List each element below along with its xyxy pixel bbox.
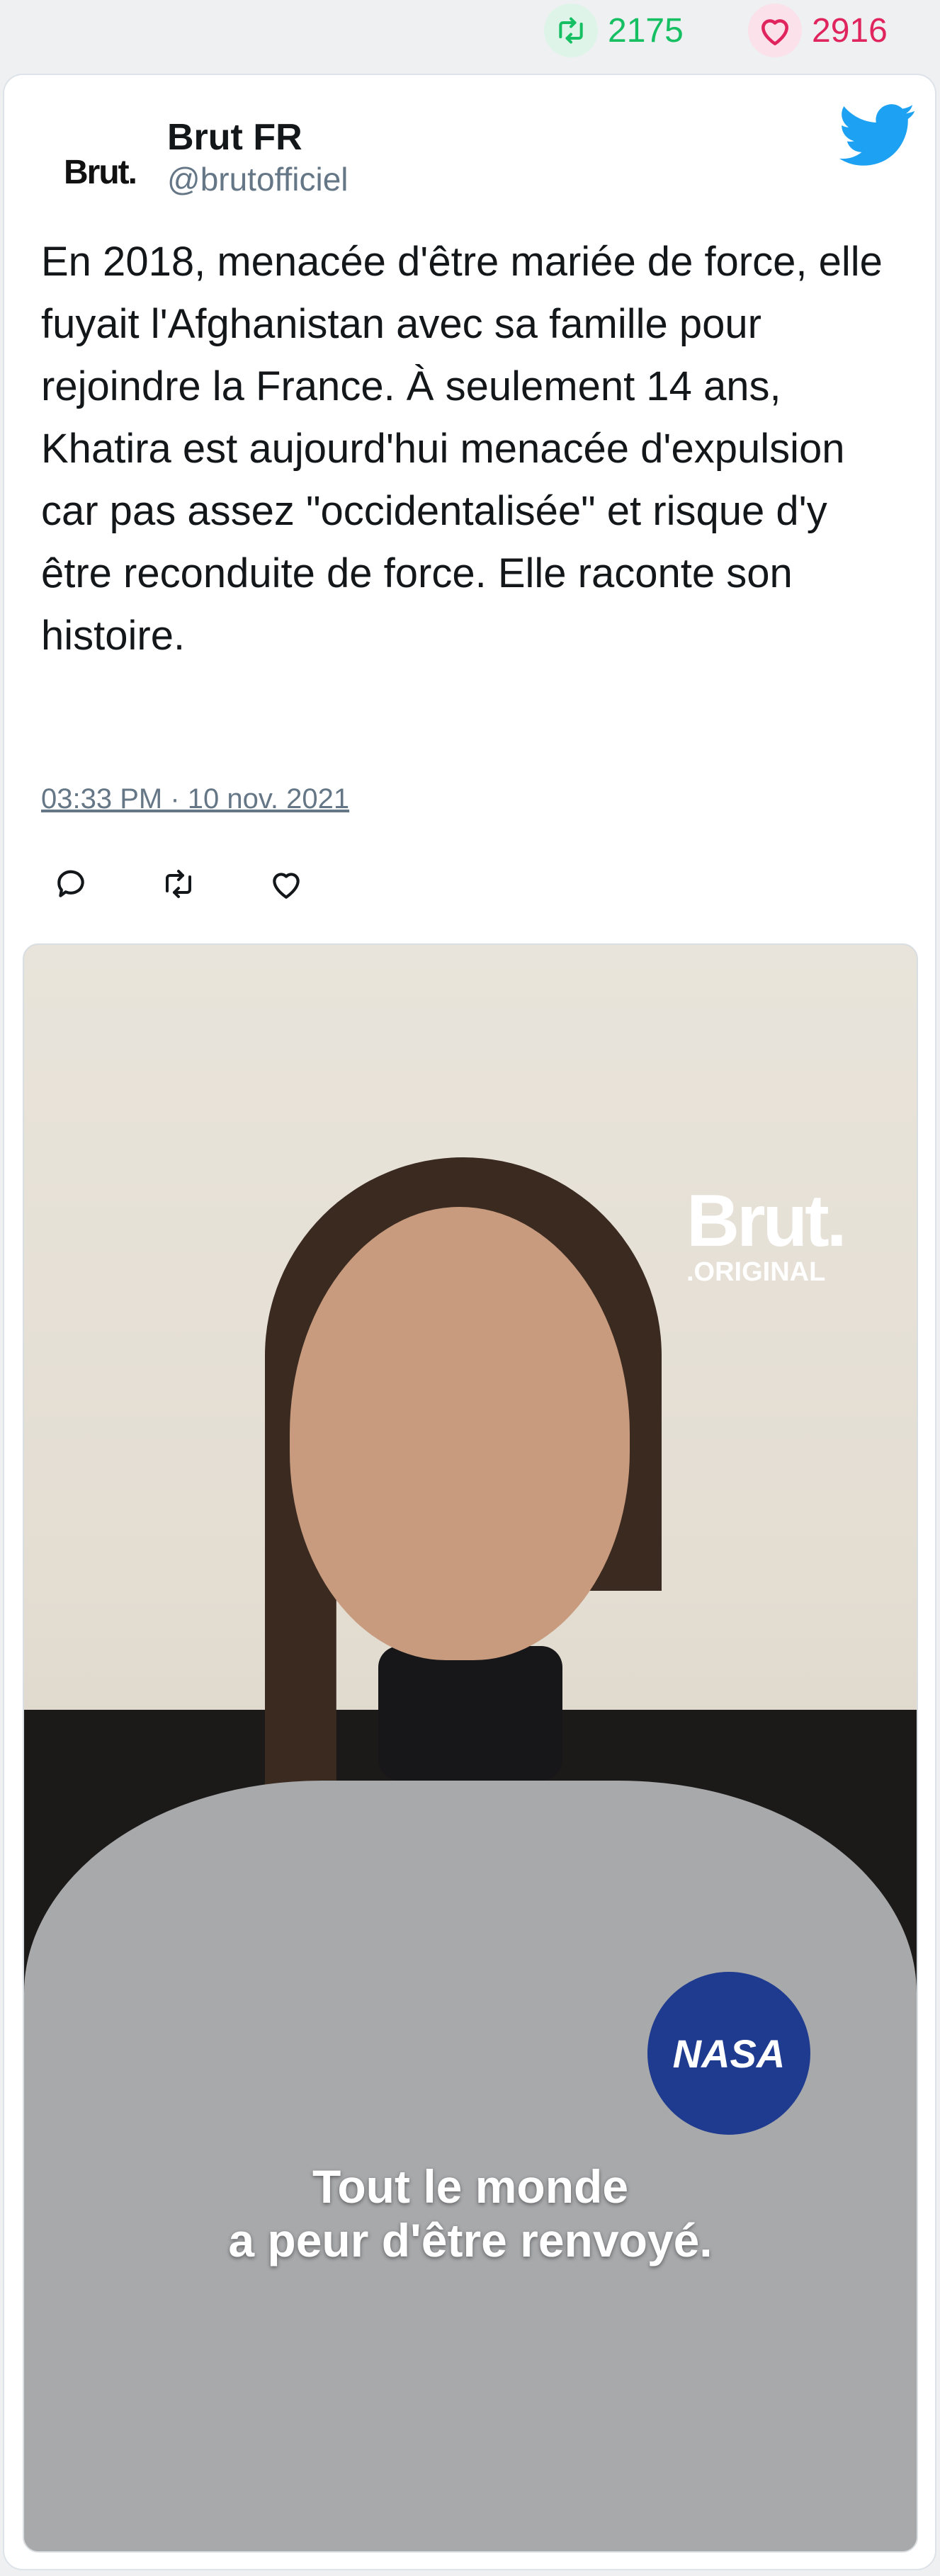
caption-line-1: Tout le monde: [312, 2160, 629, 2213]
watermark-sub: .ORIGINAL: [686, 1257, 826, 1287]
video-thumbnail[interactable]: NASA Brut. .ORIGINAL Tout le monde a peu…: [23, 943, 918, 2553]
watermark-main: Brut.: [686, 1180, 847, 1262]
tweet-actions: [41, 854, 364, 914]
retweet-icon: [544, 4, 598, 57]
tweet-timestamp[interactable]: 03:33 PM · 10 nov. 2021: [41, 783, 349, 815]
avatar[interactable]: Brut.: [47, 119, 153, 225]
author-name[interactable]: Brut FR: [167, 116, 302, 159]
nasa-logo-text: NASA: [672, 2031, 786, 2076]
twitter-bird-icon[interactable]: [839, 103, 917, 167]
retweet-action-icon[interactable]: [149, 854, 208, 914]
like-stat[interactable]: 2916: [748, 4, 888, 57]
tweet-text: En 2018, menacée d'être mariée de force,…: [41, 239, 883, 659]
retweet-count: 2175: [608, 11, 684, 50]
engagement-bar: 2175 2916: [0, 0, 940, 61]
reply-icon[interactable]: [41, 854, 101, 914]
avatar-logo-text: Brut.: [64, 153, 137, 191]
like-count: 2916: [812, 11, 888, 50]
nasa-logo: NASA: [647, 1972, 810, 2135]
tweet-card: Brut. Brut FR @brutofficiel En 2018, men…: [3, 74, 936, 2570]
collar-shape: [378, 1646, 562, 1781]
like-icon[interactable]: [256, 854, 316, 914]
brut-watermark: Brut. .ORIGINAL: [686, 1180, 847, 1288]
face-shape: [290, 1207, 630, 1660]
caption-line-2: a peur d'être renvoyé.: [228, 2214, 713, 2266]
heart-icon: [748, 4, 802, 57]
video-caption: Tout le monde a peur d'être renvoyé.: [24, 2160, 917, 2267]
author-handle[interactable]: @brutofficiel: [167, 160, 349, 198]
retweet-stat[interactable]: 2175: [544, 4, 684, 57]
